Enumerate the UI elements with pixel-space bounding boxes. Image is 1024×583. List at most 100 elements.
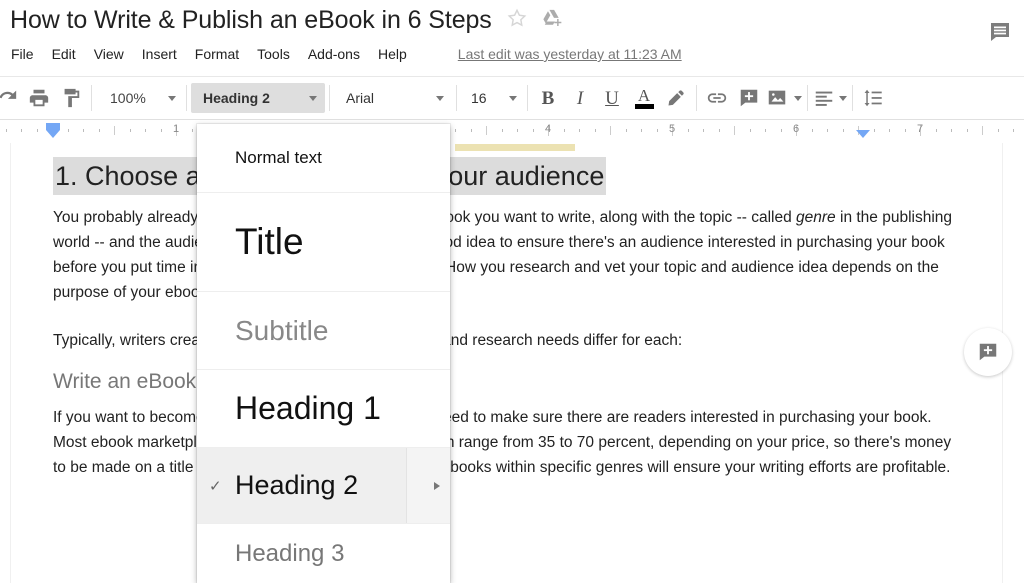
print-icon[interactable] bbox=[24, 83, 54, 113]
menu-item-format[interactable]: Format bbox=[186, 44, 248, 64]
ruler-minor-tick bbox=[951, 129, 952, 132]
paragraph-1[interactable]: You probably already have a general idea… bbox=[53, 205, 958, 305]
insert-image-icon[interactable] bbox=[766, 83, 802, 113]
add-comment-icon[interactable] bbox=[734, 83, 764, 113]
ruler-minor-tick bbox=[641, 129, 642, 132]
style-option-heading-1[interactable]: Heading 1 bbox=[197, 370, 450, 448]
ruler-minor-tick bbox=[470, 129, 472, 132]
text-color-button[interactable]: A bbox=[629, 83, 659, 113]
ruler-number: 7 bbox=[916, 123, 924, 135]
ruler-half-tick bbox=[114, 126, 115, 135]
submenu-zone[interactable] bbox=[406, 448, 450, 523]
left-indent-marker[interactable] bbox=[46, 130, 60, 138]
toolbar-divider bbox=[696, 85, 697, 111]
paragraph-2[interactable]: Typically, writers create ebooks for one… bbox=[53, 328, 958, 353]
google-docs-window: How to Write & Publish an eBook in 6 Ste… bbox=[0, 0, 1024, 583]
last-edit-link[interactable]: Last edit was yesterday at 11:23 AM bbox=[458, 46, 682, 62]
right-indent-marker[interactable] bbox=[856, 130, 870, 138]
menu-item-add-ons[interactable]: Add-ons bbox=[299, 44, 369, 64]
menu-item-tools[interactable]: Tools bbox=[248, 44, 299, 64]
style-option-label: Heading 1 bbox=[235, 390, 381, 426]
ruler-number: 6 bbox=[792, 123, 800, 135]
ruler-minor-tick bbox=[625, 129, 627, 132]
ruler-minor-tick bbox=[842, 129, 844, 132]
style-option-heading-3[interactable]: Heading 3 bbox=[197, 524, 450, 583]
bold-button[interactable]: B bbox=[533, 83, 563, 113]
ruler-minor-tick bbox=[532, 129, 534, 132]
text-color-label: A bbox=[637, 85, 651, 105]
ruler-minor-tick bbox=[579, 129, 580, 132]
title-icon-group bbox=[506, 7, 563, 34]
ruler-minor-tick bbox=[21, 129, 22, 132]
chevron-down-icon bbox=[839, 95, 847, 101]
highlight-pen-icon[interactable] bbox=[661, 83, 691, 113]
style-option-title[interactable]: Title bbox=[197, 193, 450, 292]
align-left-icon[interactable] bbox=[813, 83, 847, 113]
left-indent-marker-top[interactable] bbox=[46, 123, 60, 130]
paragraph-style-selector[interactable]: Heading 2 bbox=[191, 83, 325, 113]
ruler-minor-tick bbox=[656, 129, 658, 132]
underline-button[interactable]: U bbox=[597, 83, 627, 113]
ruler-minor-tick bbox=[67, 129, 69, 132]
font-size-value: 16 bbox=[471, 90, 487, 106]
toolbar-divider bbox=[807, 85, 808, 111]
chevron-down-icon bbox=[509, 95, 517, 101]
document-page[interactable]: 1. Choose a topic that matches your audi… bbox=[10, 143, 1003, 583]
style-option-heading-2[interactable]: ✓ Heading 2 bbox=[197, 448, 450, 524]
ruler-minor-tick bbox=[36, 129, 38, 132]
add-to-drive-icon[interactable] bbox=[541, 7, 563, 34]
ruler-minor-tick bbox=[83, 129, 84, 132]
subsection-heading[interactable]: Write an eBook to Sell and Make Money bbox=[53, 369, 958, 395]
font-size-selector[interactable]: 16 bbox=[461, 83, 523, 113]
toolbar-divider bbox=[852, 85, 853, 111]
document-canvas: 1. Choose a topic that matches your audi… bbox=[0, 143, 1024, 583]
style-option-normal-text[interactable]: Normal text bbox=[197, 124, 450, 193]
menu-item-insert[interactable]: Insert bbox=[133, 44, 186, 64]
menu-item-view[interactable]: View bbox=[85, 44, 133, 64]
add-comment-fab[interactable] bbox=[964, 328, 1012, 376]
insert-link-icon[interactable] bbox=[702, 83, 732, 113]
ruler-minor-tick bbox=[765, 129, 766, 132]
ruler-minor-tick bbox=[517, 129, 518, 132]
ruler-half-tick bbox=[610, 126, 611, 135]
checkmark-icon: ✓ bbox=[209, 477, 222, 495]
paragraph-3[interactable]: If you want to become an author and make… bbox=[53, 405, 958, 480]
paragraph-style-dropdown[interactable]: Normal text Title Subtitle Heading 1 ✓ H… bbox=[197, 124, 450, 583]
chevron-down-icon bbox=[436, 95, 444, 101]
menu-item-edit[interactable]: Edit bbox=[43, 44, 85, 64]
toolbar-divider bbox=[527, 85, 528, 111]
tab-stop-highlight bbox=[455, 144, 575, 151]
paragraph-style-value: Heading 2 bbox=[203, 90, 270, 106]
italic-button[interactable]: I bbox=[565, 83, 595, 113]
ruler-minor-tick bbox=[501, 129, 503, 132]
document-title[interactable]: How to Write & Publish an eBook in 6 Ste… bbox=[10, 5, 492, 35]
chevron-down-icon bbox=[168, 95, 176, 101]
ruler-minor-tick bbox=[191, 129, 193, 132]
ruler[interactable]: 1 4 5 6 7 bbox=[0, 121, 1024, 143]
star-outline-icon[interactable] bbox=[506, 7, 528, 34]
paragraph-1-genre-emphasis: genre bbox=[796, 209, 836, 226]
text-color-swatch bbox=[634, 103, 654, 109]
redo-icon[interactable] bbox=[0, 83, 22, 113]
chevron-down-icon bbox=[794, 95, 802, 101]
line-spacing-icon[interactable] bbox=[858, 83, 888, 113]
ruler-minor-tick bbox=[889, 129, 890, 132]
ruler-minor-tick bbox=[687, 129, 689, 132]
zoom-selector[interactable]: 100% bbox=[96, 83, 182, 113]
paint-format-icon[interactable] bbox=[56, 83, 86, 113]
style-option-label: Normal text bbox=[235, 148, 322, 167]
font-family-value: Arial bbox=[346, 90, 375, 106]
menu-item-file[interactable]: File bbox=[2, 44, 43, 64]
ruler-number: 1 bbox=[172, 123, 180, 135]
ruler-minor-tick bbox=[129, 129, 131, 132]
ruler-minor-tick bbox=[997, 129, 999, 132]
style-option-subtitle[interactable]: Subtitle bbox=[197, 292, 450, 370]
font-family-selector[interactable]: Arial bbox=[334, 83, 452, 113]
chevron-right-icon bbox=[434, 481, 440, 490]
menu-item-help[interactable]: Help bbox=[369, 44, 416, 64]
zoom-value: 100% bbox=[110, 90, 146, 106]
style-option-label: Title bbox=[235, 221, 304, 262]
toolbar-divider bbox=[456, 85, 457, 111]
ruler-half-tick bbox=[486, 126, 487, 135]
